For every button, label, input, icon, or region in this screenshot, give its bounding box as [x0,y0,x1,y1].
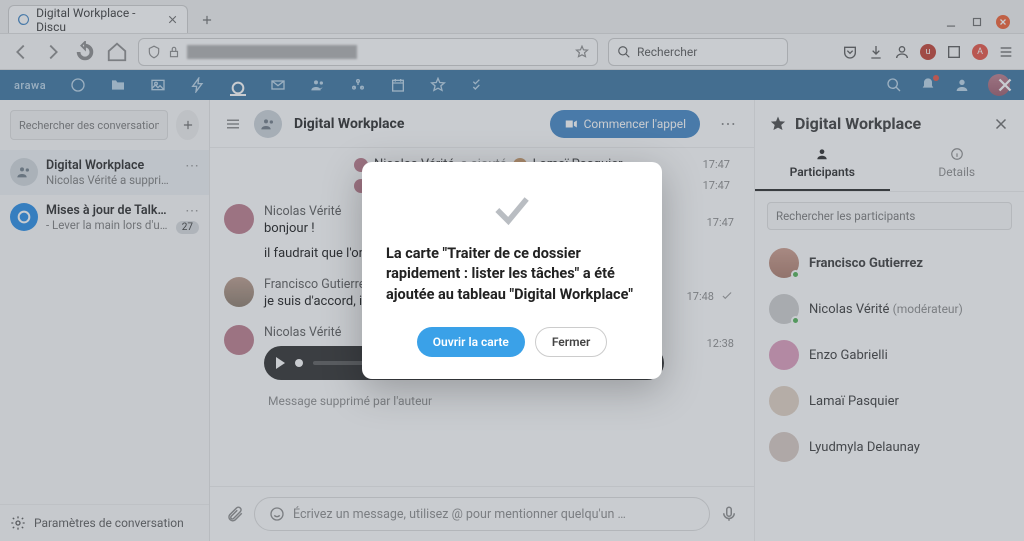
modal-message: La carte "Traiter de ce dossier rapideme… [386,244,638,305]
open-card-button[interactable]: Ouvrir la carte [417,327,525,357]
close-modal-button[interactable]: Fermer [535,327,607,357]
modal-dialog: La carte "Traiter de ce dossier rapideme… [362,162,662,379]
success-check-icon [490,188,534,232]
modal-overlay[interactable]: La carte "Traiter de ce dossier rapideme… [0,0,1024,541]
